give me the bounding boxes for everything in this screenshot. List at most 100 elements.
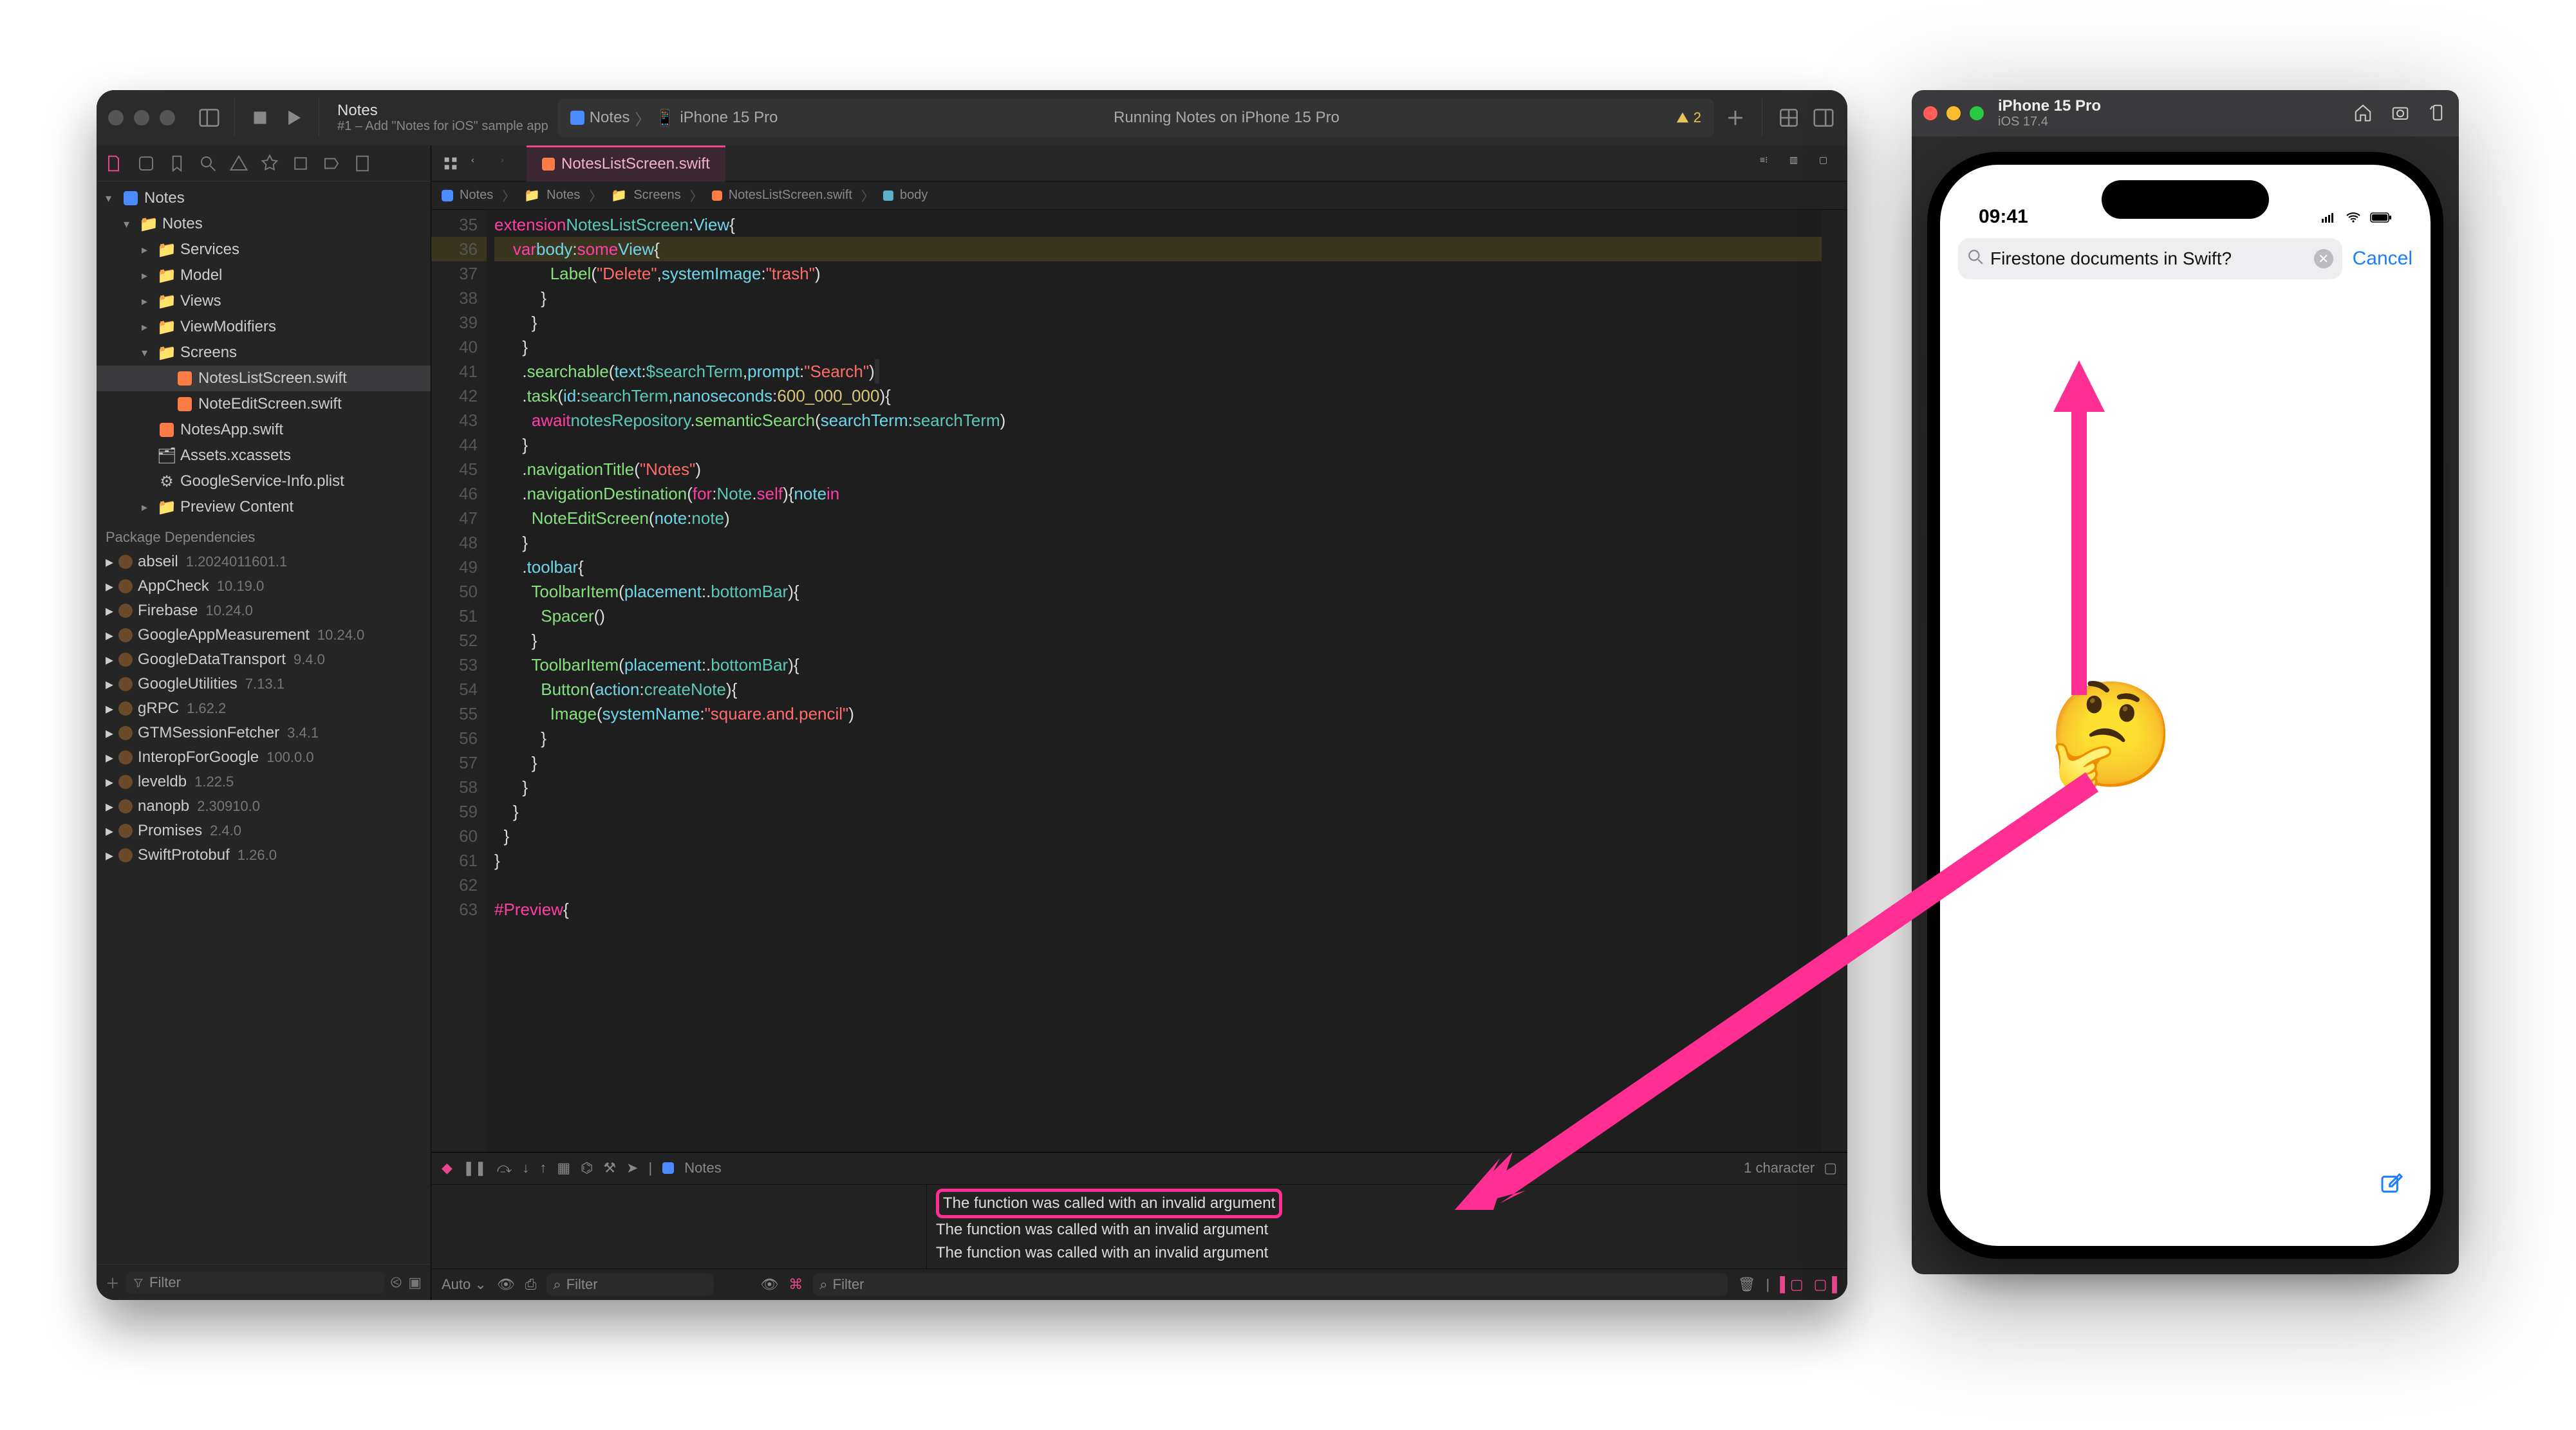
disclosure-icon[interactable]: ▸ <box>142 320 153 334</box>
navigator-tabs[interactable] <box>97 145 431 181</box>
package-row[interactable]: ▸ Firebase 10.24.0 <box>97 599 431 623</box>
home-icon[interactable] <box>2353 103 2373 124</box>
package-row[interactable]: ▸ GoogleAppMeasurement 10.24.0 <box>97 623 431 647</box>
find-navigator-icon[interactable] <box>198 154 218 173</box>
debug-view-icon[interactable]: ▦ <box>557 1160 570 1176</box>
auto-popup[interactable]: Auto ⌄ <box>442 1276 487 1293</box>
print-icon[interactable]: ⎙ <box>525 1276 537 1293</box>
console-filter[interactable]: ⌕ Filter <box>813 1274 1727 1295</box>
back-icon[interactable]: ‹ <box>471 154 489 172</box>
rotate-icon[interactable] <box>2428 103 2447 124</box>
clear-icon[interactable]: ✕ <box>2314 249 2333 268</box>
forward-icon[interactable]: › <box>501 154 519 172</box>
window-controls[interactable] <box>108 110 175 125</box>
editor-tabs[interactable]: ‹ › NotesListScreen.swift ≡⁝ ▥ ▢ <box>431 145 1847 181</box>
console-siri-icon[interactable]: ⌘ <box>789 1276 803 1293</box>
disclosure-icon[interactable]: ▸ <box>106 822 113 840</box>
search-input[interactable]: Firestone documents in Swift? ✕ <box>1958 238 2342 279</box>
package-row[interactable]: ▸ AppCheck 10.19.0 <box>97 574 431 599</box>
debug-bottom-bar[interactable]: Auto ⌄ 👁 ⎙ ⌕ Filter 👁 ⌘ ⌕ Filter 🗑 | ▌▢ <box>431 1268 1847 1301</box>
package-row[interactable]: ▸ SwiftProtobuf 1.26.0 <box>97 843 431 868</box>
related-items-icon[interactable] <box>442 154 460 172</box>
issues-navigator-icon[interactable] <box>229 154 248 173</box>
tree-row[interactable]: ▸ 📁 Services <box>97 237 431 263</box>
variables-view[interactable] <box>431 1185 927 1268</box>
disclosure-icon[interactable]: ▸ <box>106 748 113 767</box>
zoom-icon[interactable] <box>160 110 175 125</box>
tree-row[interactable]: NotesListScreen.swift <box>97 366 431 391</box>
disclosure-icon[interactable]: ▸ <box>142 243 153 257</box>
window-controls[interactable] <box>1923 106 1984 120</box>
navigator-filter[interactable]: ＋ Filter ⧀ ▣ <box>97 1264 431 1300</box>
close-icon[interactable] <box>1923 106 1937 120</box>
jump-bar[interactable]: Notes 📁Notes 📁Screens NotesListScreen.sw… <box>431 181 1847 210</box>
report-navigator-icon[interactable] <box>353 154 372 173</box>
disclosure-icon[interactable]: ▸ <box>106 675 113 694</box>
simulator-titlebar[interactable]: iPhone 15 Pro iOS 17.4 <box>1912 90 2459 136</box>
debug-target[interactable]: Notes <box>684 1160 721 1176</box>
sidebar-toggle-icon[interactable] <box>197 106 221 130</box>
package-row[interactable]: ▸ gRPC 1.62.2 <box>97 696 431 721</box>
cancel-button[interactable]: Cancel <box>2353 248 2413 270</box>
disclosure-icon[interactable]: ▸ <box>106 700 113 718</box>
tree-row[interactable]: ▸ 📁 Views <box>97 288 431 314</box>
stop-button[interactable] <box>248 106 272 130</box>
library-icon[interactable] <box>1777 106 1801 130</box>
editor-options-icon[interactable]: ≡⁝ <box>1760 154 1778 172</box>
breakpoints-toggle-icon[interactable]: ◆ <box>442 1160 453 1176</box>
step-over-icon[interactable]: ⤼ <box>497 1160 512 1176</box>
disclosure-icon[interactable]: ▸ <box>142 269 153 283</box>
zoom-icon[interactable] <box>1970 106 1984 120</box>
disclosure-icon[interactable]: ▸ <box>106 797 113 816</box>
add-editor-icon[interactable]: ▥ <box>1789 154 1807 172</box>
disclosure-icon[interactable]: ▸ <box>106 553 113 571</box>
right-pane-icon[interactable]: ▢▐ <box>1814 1276 1837 1293</box>
console-line[interactable]: The function was called with an invalid … <box>936 1241 1838 1265</box>
close-icon[interactable] <box>108 110 124 125</box>
plus-icon[interactable]: ＋ <box>106 1272 120 1293</box>
package-row[interactable]: ▸ leveldb 1.22.5 <box>97 770 431 794</box>
package-row[interactable]: ▸ GTMSessionFetcher 3.4.1 <box>97 721 431 745</box>
pause-icon[interactable]: ❚❚ <box>463 1160 487 1176</box>
show-canvas-icon[interactable]: ▢ <box>1819 154 1837 172</box>
env-overrides-icon[interactable]: ⚒ <box>603 1160 616 1176</box>
vars-filter[interactable]: ⌕ Filter <box>546 1274 714 1295</box>
console-eye-icon[interactable]: 👁 <box>760 1276 778 1293</box>
source-control-icon[interactable] <box>136 154 156 173</box>
bookmark-navigator-icon[interactable] <box>167 154 187 173</box>
scheme-area[interactable]: Notes #1 – Add "Notes for iOS" sample ap… <box>337 102 548 133</box>
compose-icon[interactable] <box>2379 1171 2405 1199</box>
tests-navigator-icon[interactable] <box>260 154 279 173</box>
plus-icon[interactable] <box>1723 106 1748 130</box>
step-out-icon[interactable]: ↑ <box>539 1160 546 1176</box>
disclosure-icon[interactable]: ▸ <box>106 651 113 669</box>
tree-row[interactable]: ▸ 📁 Model <box>97 263 431 288</box>
minimize-icon[interactable] <box>1946 106 1961 120</box>
console-line[interactable]: The function was called with an invalid … <box>936 1218 1838 1241</box>
disclosure-icon[interactable]: ▾ <box>142 346 153 360</box>
disclosure-icon[interactable]: ▾ <box>124 218 135 231</box>
location-icon[interactable]: ➤ <box>626 1160 638 1176</box>
clock-icon[interactable]: ⧀ <box>391 1274 402 1291</box>
package-row[interactable]: ▸ GoogleDataTransport 9.4.0 <box>97 647 431 672</box>
step-into-icon[interactable]: ↓ <box>522 1160 529 1176</box>
tree-row[interactable]: ⚙︎ GoogleService-Info.plist <box>97 469 431 494</box>
tree-row[interactable]: NotesApp.swift <box>97 417 431 443</box>
tree-row[interactable]: ▸ 📁 Preview Content <box>97 494 431 520</box>
filter-field[interactable]: Filter <box>126 1272 384 1294</box>
package-row[interactable]: ▸ abseil 1.2024011601.1 <box>97 550 431 574</box>
minimize-icon[interactable] <box>134 110 149 125</box>
tree-row[interactable]: ▾ 📁 Notes <box>97 211 431 237</box>
package-row[interactable]: ▸ InteropForGoogle 100.0.0 <box>97 745 431 770</box>
package-row[interactable]: ▸ nanopb 2.30910.0 <box>97 794 431 819</box>
project-navigator-icon[interactable] <box>106 154 125 173</box>
memory-graph-icon[interactable]: ⌬ <box>581 1160 593 1176</box>
screenshot-icon[interactable] <box>2391 103 2410 124</box>
debug-navigator-icon[interactable] <box>291 154 310 173</box>
scope-icon[interactable]: ▣ <box>408 1274 422 1291</box>
editor-tab[interactable]: NotesListScreen.swift <box>527 145 725 181</box>
left-pane-icon[interactable]: ▌▢ <box>1780 1276 1803 1293</box>
tree-row[interactable]: NoteEditScreen.swift <box>97 391 431 417</box>
disclosure-icon[interactable]: ▸ <box>106 626 113 645</box>
inspector-toggle-icon[interactable] <box>1811 106 1836 130</box>
